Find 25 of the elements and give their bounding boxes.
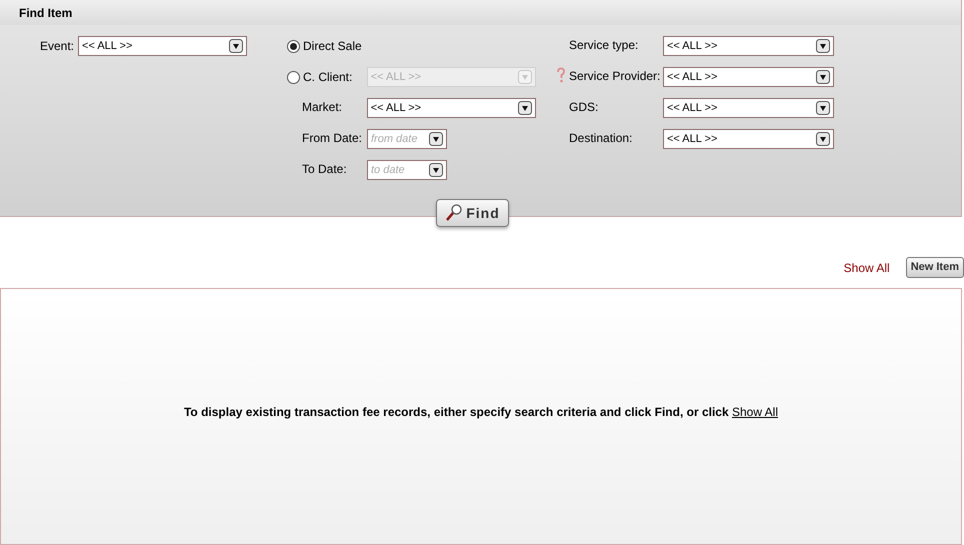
field-label: From Date: [302,130,364,147]
radio-label: C. Client: [303,69,354,86]
field-label: GDS: [569,99,600,116]
results-message: To display existing transaction fee records, either specify search criteria and click Find, or click Show All [184,404,778,420]
search-icon [445,204,464,222]
dropdown-field[interactable]: << ALL >> [78,36,247,56]
radio-button[interactable] [287,70,300,84]
field-label: Service type: [569,37,640,54]
field-label: Service Provider: [569,68,662,85]
field-label: Event: [40,38,74,55]
radio-button[interactable] [287,40,300,52]
field-label: Destination: [569,130,634,147]
field-label: Market: [302,99,344,116]
dropdown-field[interactable]: << ALL >> [366,98,536,118]
new-item-button[interactable]: New Item [906,257,964,278]
field-label: To Date: [302,161,348,178]
dropdown-field[interactable]: << ALL >> [663,129,834,149]
show-all-link[interactable]: Show All [732,404,778,418]
dropdown-field[interactable]: << ALL >> [663,98,834,118]
radio-label: Direct Sale [303,38,362,55]
panel-title: Find Item [19,4,72,22]
find-button[interactable]: Find [436,199,509,227]
show-all-link[interactable]: Show All [844,258,890,276]
dropdown-field[interactable]: << ALL >> [663,67,834,87]
dropdown-field[interactable]: << ALL >> [663,36,834,56]
